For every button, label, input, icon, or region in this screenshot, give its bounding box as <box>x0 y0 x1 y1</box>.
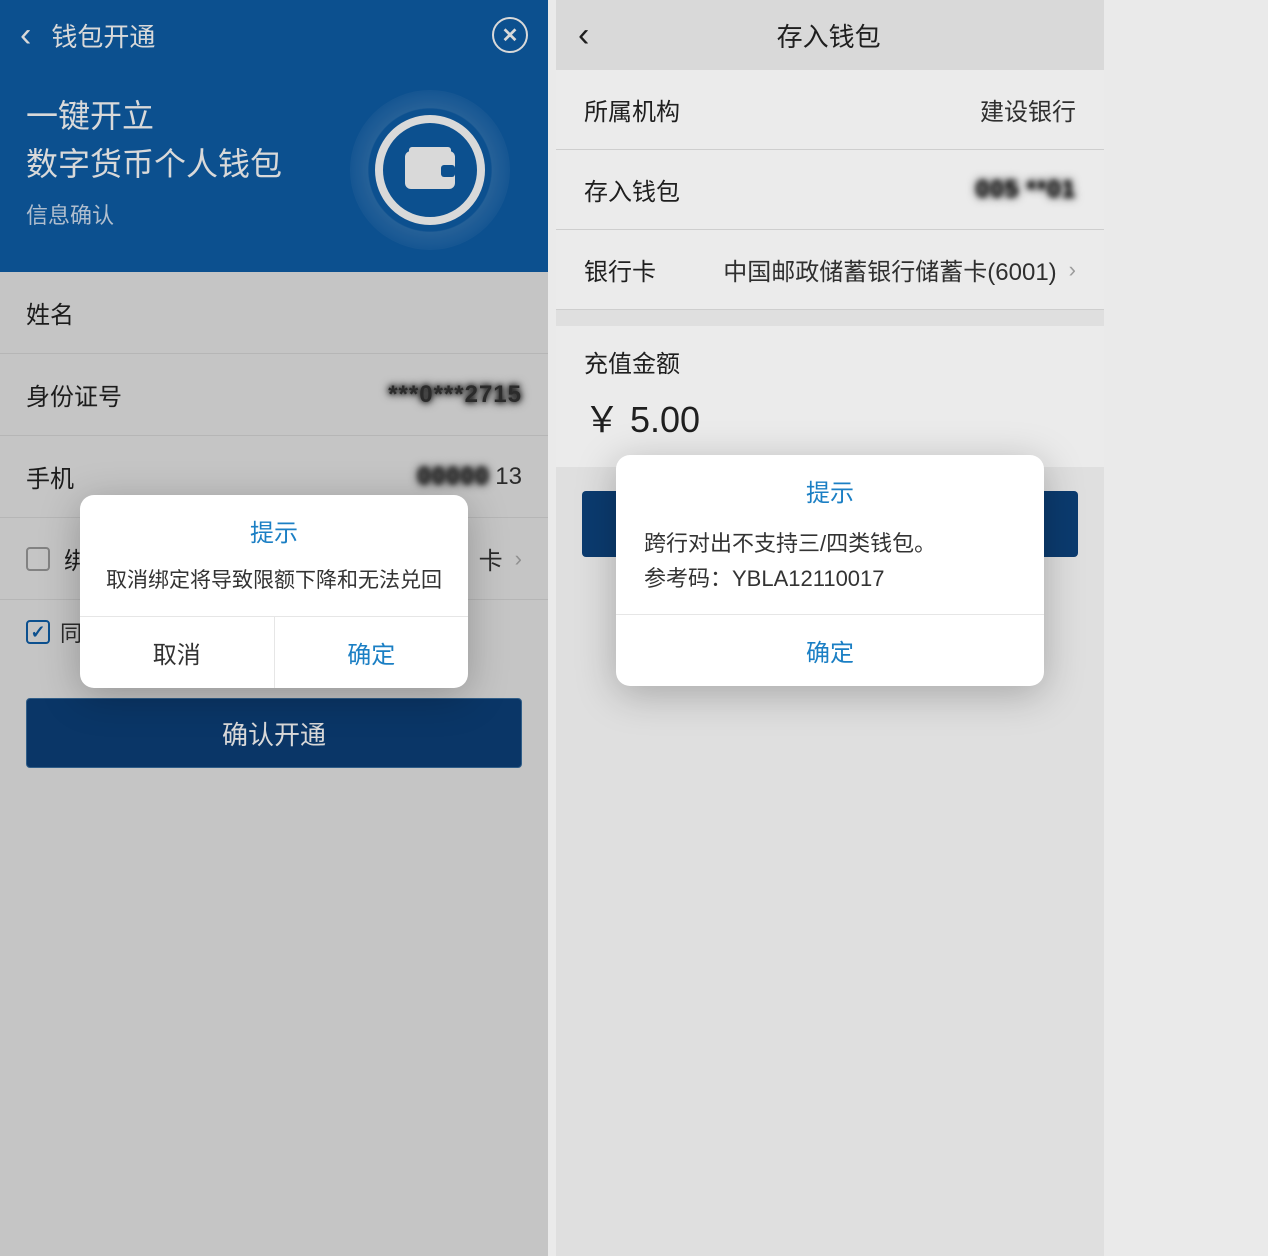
alert-line2: 参考码：YBLA12110017 <box>644 561 1016 596</box>
alert-line1: 跨行对出不支持三/四类钱包。 <box>644 526 1016 561</box>
right-screen: ‹ 存入钱包 所属机构 建设银行 存入钱包 005 **01 银行卡 中国邮政储… <box>556 0 1104 1256</box>
alert-dialog: 提示 取消绑定将导致限额下降和无法兑回 取消 确定 <box>80 495 468 688</box>
left-screen: ‹ 钱包开通 ✕ 一键开立 数字货币个人钱包 信息确认 姓名 身份证号 ***0… <box>0 0 548 1256</box>
cancel-button[interactable]: 取消 <box>80 617 275 688</box>
alert-message: 取消绑定将导致限额下降和无法兑回 <box>80 560 468 616</box>
alert-dialog: 提示 跨行对出不支持三/四类钱包。 参考码：YBLA12110017 确定 <box>616 455 1044 686</box>
ok-button[interactable]: 确定 <box>275 617 469 688</box>
alert-title: 提示 <box>80 495 468 560</box>
alert-title: 提示 <box>616 455 1044 520</box>
ok-button[interactable]: 确定 <box>616 614 1044 686</box>
